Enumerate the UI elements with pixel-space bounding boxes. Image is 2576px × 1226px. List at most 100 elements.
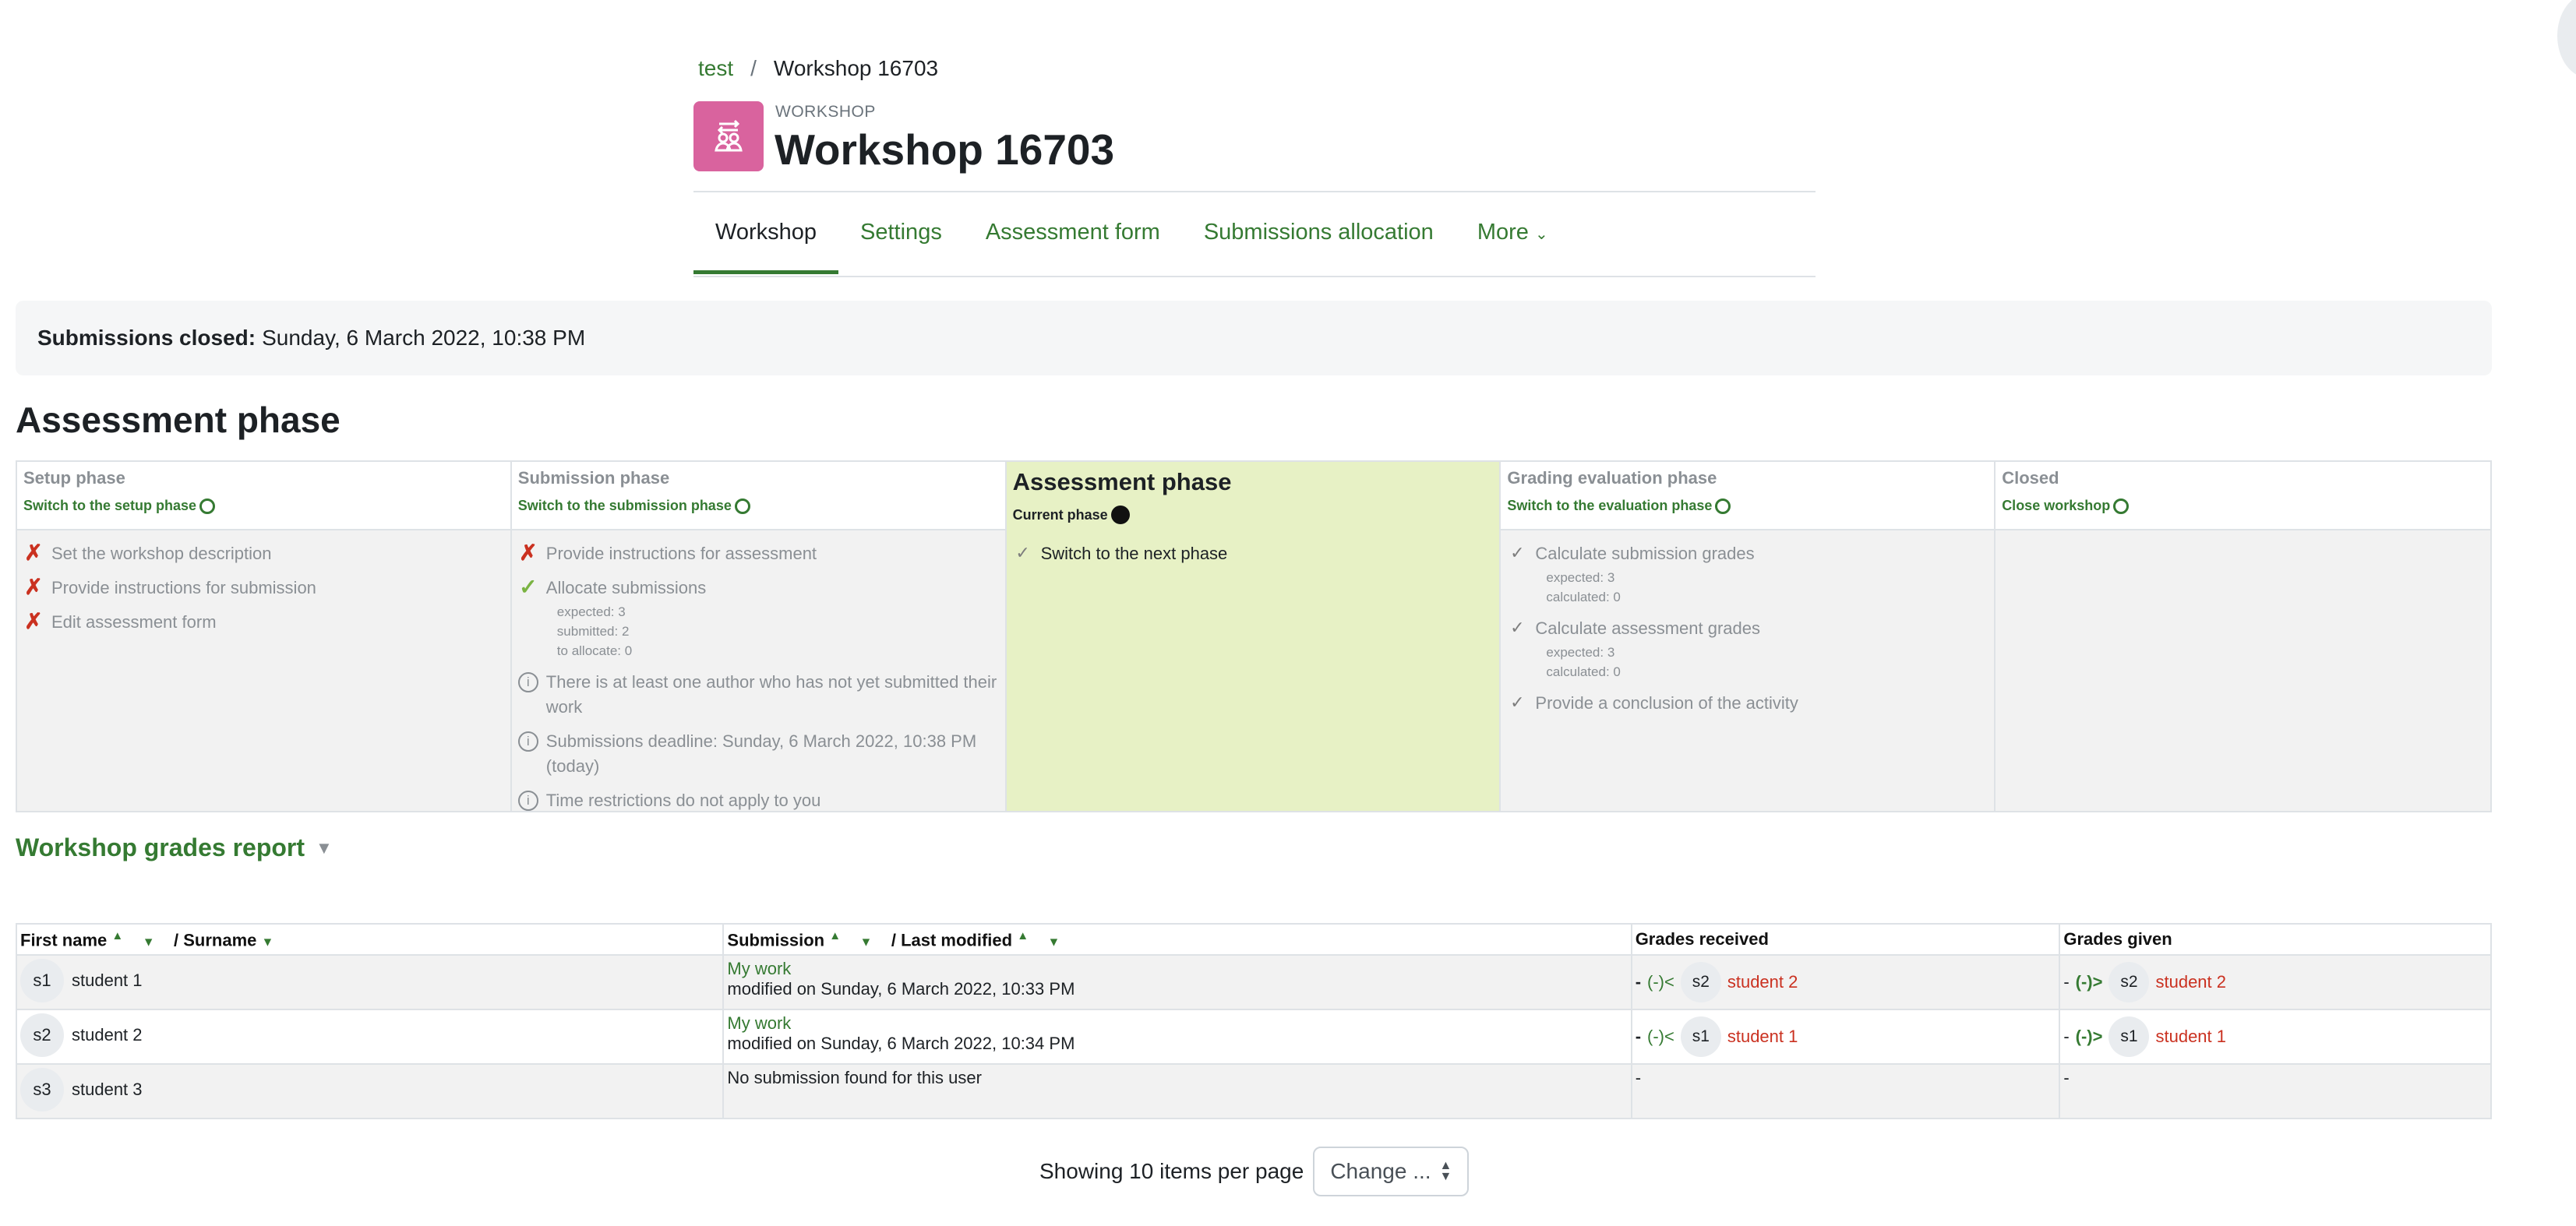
table-row: s1 student 1 My work modified on Sunday, 6…	[15, 954, 2492, 1010]
task-label[interactable]: Provide instructions for submission	[51, 576, 316, 601]
per-page-select[interactable]: Change ... ▲ ▼	[1313, 1147, 1470, 1196]
task-item: i There is at least one author who has no…	[517, 670, 999, 720]
info-icon: i	[517, 672, 538, 692]
current-phase-dot-icon	[1110, 506, 1130, 524]
sort-surname[interactable]: / Surname	[174, 930, 256, 949]
breadcrumb-current: Workshop 16703	[773, 56, 939, 80]
student-name[interactable]: student 2	[72, 1025, 143, 1045]
tab-more[interactable]: More ⌄	[1456, 209, 1570, 263]
sort-desc-icon[interactable]: ▼	[860, 935, 873, 949]
sort-asc-icon[interactable]: ▲	[111, 929, 123, 942]
task-label[interactable]: Switch to the next phase	[1041, 541, 1228, 566]
grades-table: First name ▲ ▼ / Surname ▼ Submission ▲ …	[15, 923, 2492, 1119]
table-header-row: First name ▲ ▼ / Surname ▼ Submission ▲ …	[15, 923, 2492, 956]
todo-icon: ✓	[1510, 692, 1525, 712]
breadcrumb-course-link[interactable]: test	[698, 56, 733, 81]
phase-planner: Setup phase Switch to the setup phase ✗ S…	[16, 460, 2492, 812]
task-item: ✗ Set the workshop description	[23, 541, 504, 566]
items-per-page-text: Showing 10 items per page	[1039, 1159, 1304, 1183]
task-item: ✗ Provide instructions for submission	[23, 576, 504, 601]
switch-phase-label: Switch to the submission phase	[517, 498, 732, 513]
grade-value: (-)<	[1647, 972, 1674, 992]
task-item: ✓ Switch to the next phase	[1013, 541, 1494, 566]
task-item: i Submissions deadline: Sunday, 6 March 2…	[517, 729, 999, 779]
divider	[693, 276, 1816, 277]
no-submission-text: No submission found for this user	[727, 1068, 982, 1087]
submissions-closed-notice: Submissions closed: Sunday, 6 March 2022…	[16, 301, 2492, 375]
phase-title: Setup phase	[23, 468, 125, 488]
switch-phase-link[interactable]: Close workshop	[2002, 498, 2484, 514]
sort-asc-icon[interactable]: ▲	[1017, 929, 1029, 942]
grade-prefix: -	[1635, 1027, 1642, 1046]
grade-value: (-)<	[1647, 1027, 1674, 1046]
divider	[693, 191, 1816, 192]
chevron-down-icon: ⌄	[1534, 226, 1548, 243]
grades-report-toggle[interactable]: Workshop grades report ▼	[16, 833, 333, 862]
avatar[interactable]: s1	[1680, 1016, 1721, 1057]
task-label: Calculate assessment grades	[1535, 618, 1760, 638]
task-item: i Time restrictions do not apply to you	[517, 788, 999, 813]
todo-icon: ✓	[1015, 543, 1030, 562]
switch-phase-link[interactable]: Switch to the setup phase	[23, 498, 504, 514]
task-item: ✓ Calculate assessment grades	[1507, 616, 1988, 641]
switch-phase-label: Close workshop	[2002, 498, 2111, 513]
side-drawer-toggle[interactable]	[2557, 0, 2576, 78]
tab-settings[interactable]: Settings	[838, 209, 964, 263]
sort-desc-icon[interactable]: ▼	[143, 935, 155, 949]
current-phase-indicator: Current phase	[1013, 506, 1494, 524]
phase-title: Assessment phase	[1012, 468, 1232, 495]
task-label: There is at least one author who has not…	[545, 672, 997, 717]
avatar[interactable]: s2	[20, 1013, 64, 1057]
switch-circle-icon	[2113, 498, 2130, 514]
grades-received-empty: -	[1635, 1068, 1642, 1087]
student-name[interactable]: student 1	[72, 971, 143, 991]
reviewer-name[interactable]: student 2	[1727, 972, 1798, 992]
detail-line: calculated: 0	[1546, 664, 1621, 679]
phase-title: Submission phase	[517, 468, 670, 488]
check-icon: ✓	[519, 575, 538, 599]
student-name[interactable]: student 3	[72, 1080, 143, 1100]
reviewer-name[interactable]: student 1	[1727, 1027, 1798, 1047]
task-label: Provide a conclusion of the activity	[1535, 693, 1798, 713]
grade-prefix: -	[1635, 972, 1642, 992]
modified-date: modified on Sunday, 6 March 2022, 10:34 …	[727, 1034, 1075, 1053]
task-item: ✓ Allocate submissions	[518, 576, 999, 601]
detail-line: expected: 3	[1546, 570, 1615, 585]
page-title: Workshop 16703	[775, 125, 1115, 174]
tab-submissions-allocation[interactable]: Submissions allocation	[1182, 209, 1456, 263]
task-label[interactable]: Set the workshop description	[51, 541, 272, 566]
avatar[interactable]: s1	[20, 959, 64, 1002]
avatar[interactable]: s1	[2108, 1016, 2150, 1057]
switch-phase-link[interactable]: Switch to the submission phase	[518, 498, 999, 514]
avatar[interactable]: s2	[1680, 962, 1721, 1002]
avatar[interactable]: s2	[2108, 962, 2150, 1002]
task-label: Submissions deadline: Sunday, 6 March 20…	[545, 731, 977, 776]
tab-workshop[interactable]: Workshop	[693, 209, 839, 274]
cross-icon: ✗	[24, 575, 43, 599]
switch-phase-label: Switch to the setup phase	[23, 498, 197, 513]
sort-desc-icon[interactable]: ▼	[262, 935, 274, 949]
module-type-label: WORKSHOP	[775, 103, 876, 121]
task-details: expected: 3 submitted: 2 to allocate: 0	[557, 602, 999, 661]
current-phase-heading: Assessment phase	[16, 400, 341, 440]
task-label[interactable]: Edit assessment form	[51, 610, 217, 635]
sort-first-name[interactable]: First name	[20, 930, 107, 949]
sort-desc-icon[interactable]: ▼	[1048, 935, 1060, 949]
sort-asc-icon[interactable]: ▲	[829, 929, 841, 942]
my-work-link[interactable]: My work	[727, 959, 1627, 979]
switch-phase-link[interactable]: Switch to the evaluation phase	[1507, 498, 1988, 514]
switch-circle-icon	[199, 498, 216, 514]
sort-last-modified[interactable]: / Last modified	[891, 930, 1012, 949]
reviewee-name[interactable]: student 1	[2155, 1027, 2226, 1047]
reviewee-name[interactable]: student 2	[2155, 972, 2226, 992]
cross-icon: ✗	[24, 541, 43, 565]
tab-assessment-form[interactable]: Assessment form	[964, 209, 1182, 263]
task-label[interactable]: Provide instructions for assessment	[546, 541, 817, 566]
my-work-link[interactable]: My work	[727, 1013, 1627, 1034]
breadcrumb-separator: /	[750, 56, 757, 80]
task-label[interactable]: Allocate submissions	[546, 576, 706, 601]
sort-submission[interactable]: Submission	[727, 930, 824, 949]
per-page-select-value: Change ...	[1330, 1159, 1431, 1183]
secondary-navigation: Workshop Settings Assessment form Submis…	[693, 209, 1816, 276]
avatar[interactable]: s3	[20, 1068, 64, 1112]
